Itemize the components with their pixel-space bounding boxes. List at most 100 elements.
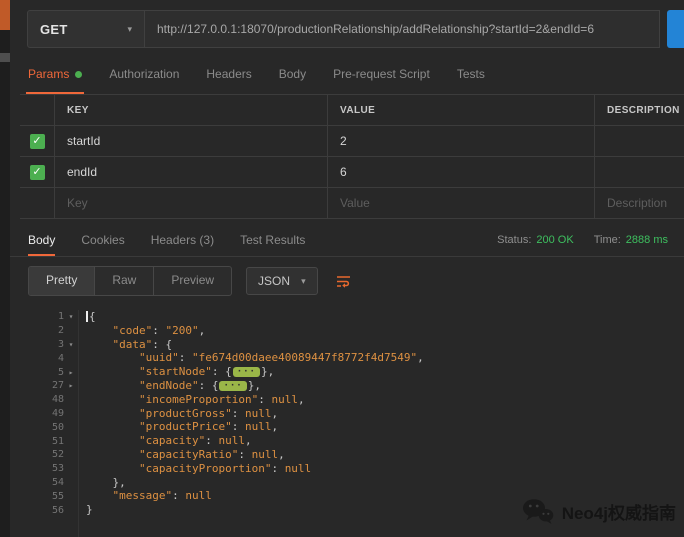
param-description-field[interactable] (595, 126, 684, 156)
tab-body-label: Body (278, 67, 307, 81)
header-key: KEY (55, 95, 328, 125)
gutter-line: 50 (10, 420, 78, 434)
param-value-field-empty[interactable]: Value (328, 188, 595, 218)
header-value: VALUE (328, 95, 595, 125)
line-number: 4 (57, 352, 64, 364)
gutter-line: 52 (10, 448, 78, 462)
gutter-line: 48 (10, 393, 78, 407)
wrap-text-icon (337, 275, 351, 288)
line-number: 55 (51, 490, 64, 502)
collapsed-object-badge[interactable]: ··· (232, 367, 260, 378)
gutter-line: 5 ▸ (10, 365, 78, 379)
tab-cookies-label: Cookies (81, 233, 125, 247)
request-bar: GET ▾ http://127.0.0.1:18070/productionR… (10, 0, 684, 48)
url-text: http://127.0.0.1:18070/productionRelatio… (157, 22, 594, 36)
gutter-line: 4 (10, 351, 78, 365)
code-line: "code": "200", (112, 323, 206, 337)
param-key-field[interactable]: startId (55, 126, 328, 156)
request-tabs: Params Authorization Headers Body Pre-re… (10, 48, 684, 94)
params-table-header-row: KEY VALUE DESCRIPTION (20, 95, 684, 126)
param-key-field-empty[interactable]: Key (55, 188, 328, 218)
line-number: 56 (51, 504, 64, 516)
tab-response-headers[interactable]: Headers (3) (151, 224, 214, 256)
header-checkbox-cell (20, 95, 55, 125)
gutter-line: 2 (10, 324, 78, 338)
tab-headers[interactable]: Headers (206, 67, 251, 94)
url-input[interactable]: http://127.0.0.1:18070/productionRelatio… (145, 10, 660, 48)
row-checkbox-cell (20, 126, 55, 156)
view-mode-preview[interactable]: Preview (154, 267, 231, 295)
gutter-line: 55 (10, 489, 78, 503)
tab-tests-label: Tests (456, 67, 485, 81)
method-label: GET (40, 21, 68, 37)
fold-expand-icon[interactable]: ▸ (64, 368, 78, 377)
watermark: Neo4j权威指南 (522, 498, 676, 525)
wechat-icon (522, 499, 554, 524)
line-number: 49 (51, 407, 64, 419)
checkbox-checked[interactable] (29, 133, 45, 149)
time-label: Time: (593, 234, 621, 246)
tab-params[interactable]: Params (25, 67, 85, 94)
left-rail (0, 0, 10, 537)
tab-cookies[interactable]: Cookies (81, 224, 124, 256)
gutter-line: 49 (10, 407, 78, 421)
param-description-field-empty[interactable]: Description (595, 188, 684, 218)
fold-expand-icon[interactable]: ▸ (64, 381, 78, 390)
wrap-text-button[interactable] (332, 269, 356, 293)
line-number: 52 (51, 449, 64, 461)
format-select[interactable]: JSON ▾ (246, 267, 318, 295)
format-select-value: JSON (258, 274, 291, 288)
tab-headers-label: Headers (206, 67, 252, 81)
tab-authorization[interactable]: Authorization (109, 67, 179, 94)
code-line: "endNode": {···}, (138, 378, 261, 392)
tab-response-body[interactable]: Body (28, 224, 56, 256)
code-line: "startNode": {···}, (138, 365, 275, 379)
code-line: "capacityRatio": null, (138, 447, 285, 461)
send-button[interactable] (667, 10, 684, 48)
tab-authorization-label: Authorization (109, 67, 180, 81)
gutter-line: 3 ▾ (10, 338, 78, 352)
code-line: "uuid": "fe674d00daee40089447f8772f4d754… (138, 351, 424, 365)
tab-test-results[interactable]: Test Results (240, 224, 305, 256)
code-line: "capacityProportion": null (138, 461, 312, 475)
view-mode-raw[interactable]: Raw (95, 267, 155, 295)
checkbox-checked[interactable] (29, 164, 45, 180)
sidebar-accent (0, 0, 10, 30)
response-tabs: Body Cookies Headers (3) Test Results (28, 224, 305, 256)
param-description-field[interactable] (595, 157, 684, 187)
collapsed-object-badge[interactable]: ··· (219, 380, 247, 391)
tab-tests[interactable]: Tests (457, 67, 485, 94)
line-number: 53 (51, 463, 64, 475)
code-line: "productPrice": null, (138, 420, 279, 434)
param-value-field[interactable]: 2 (328, 126, 595, 156)
gutter-line: 1 ▾ (10, 310, 78, 324)
method-select[interactable]: GET ▾ (27, 10, 145, 48)
gutter-line: 53 (10, 462, 78, 476)
tab-pre-request-script[interactable]: Pre-request Script (333, 67, 430, 94)
status-badge: 200 OK (536, 234, 574, 246)
watermark-text: Neo4j权威指南 (561, 504, 676, 523)
sidebar-handle[interactable] (0, 53, 10, 62)
code-line: "data": { (112, 337, 173, 351)
tab-params-label: Params (28, 67, 70, 81)
fold-collapse-icon[interactable]: ▾ (64, 340, 78, 349)
status-label: Status: (497, 234, 532, 246)
params-indicator-dot (75, 70, 83, 78)
postman-window: GET ▾ http://127.0.0.1:18070/productionR… (10, 0, 684, 537)
param-key-field[interactable]: endId (55, 157, 328, 187)
code-line: "incomeProportion": null, (138, 392, 305, 406)
gutter-line: 51 (10, 434, 78, 448)
text-cursor (86, 311, 88, 322)
param-value-field[interactable]: 6 (328, 157, 595, 187)
view-mode-pretty[interactable]: Pretty (29, 267, 96, 295)
params-table: KEY VALUE DESCRIPTION startId 2 endId 6 … (20, 94, 684, 219)
response-toolbar: Pretty Raw Preview JSON ▾ (10, 257, 684, 304)
tab-body[interactable]: Body (279, 67, 306, 94)
fold-collapse-icon[interactable]: ▾ (64, 312, 78, 321)
chevron-down-icon: ▾ (127, 23, 132, 34)
tab-test-results-label: Test Results (240, 233, 306, 247)
gutter-line: 27 ▸ (10, 379, 78, 393)
chevron-down-icon: ▾ (301, 275, 306, 286)
tab-response-body-label: Body (28, 233, 56, 247)
row-checkbox-cell (20, 157, 55, 187)
